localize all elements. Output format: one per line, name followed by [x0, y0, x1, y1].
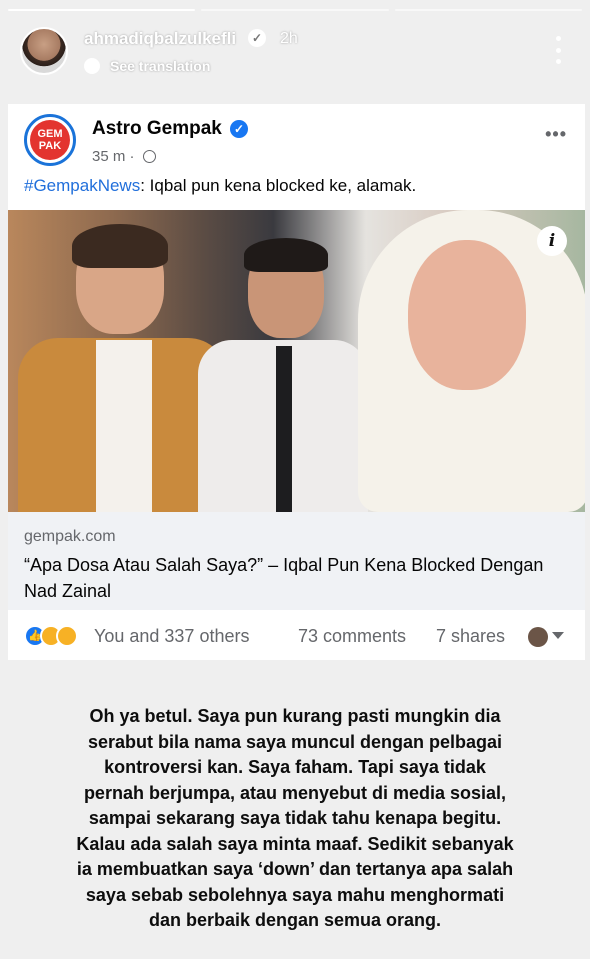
story-header: ahmadiqbalzulkefli ✓ 2h See translation	[20, 22, 570, 82]
reaction-icons[interactable]: 👍	[24, 625, 88, 647]
caption-line: ia membuatkan saya ‘down’ dan tertanya a…	[76, 859, 514, 879]
globe-icon	[142, 150, 156, 163]
progress-segment	[8, 9, 196, 11]
story-viewer: ahmadiqbalzulkefli ✓ 2h See translation …	[0, 0, 590, 959]
care-reaction-icon	[56, 625, 78, 647]
gempak-logo-text: GEM PAK	[30, 120, 70, 160]
post-text: #GempakNews: Iqbal pun kena blocked ke, …	[24, 176, 416, 196]
progress-segment	[394, 9, 582, 11]
caption-line: pernah berjumpa, atau menyebut di media …	[83, 782, 507, 803]
more-icon[interactable]	[556, 36, 562, 64]
see-translation-link[interactable]: See translation	[110, 58, 210, 74]
caret-down-icon[interactable]	[552, 632, 564, 639]
reactions-bar: 👍 You and 337 others 73 comments 7 share…	[8, 610, 585, 660]
caption-line: Oh ya betul. Saya pun kurang pasti mungk…	[89, 706, 501, 726]
more-icon[interactable]: •••	[545, 124, 567, 145]
caption-line: dan berbaik dengan semua orang.	[148, 910, 442, 930]
shares-count[interactable]: 7 shares	[436, 626, 505, 647]
link-title: “Apa Dosa Atau Salah Saya?” – Iqbal Pun …	[24, 555, 544, 601]
verified-icon: ✓	[230, 120, 248, 138]
comments-count[interactable]: 73 comments	[298, 626, 406, 647]
caption-line: serabut bila nama saya muncul dengan pel…	[87, 731, 503, 752]
username[interactable]: ahmadiqbalzulkefli	[84, 29, 236, 49]
info-icon[interactable]: i	[537, 226, 567, 256]
hashtag-link[interactable]: #GempakNews	[24, 176, 140, 195]
person-image	[198, 238, 368, 512]
post-image[interactable]: i	[8, 210, 585, 512]
story-caption: Oh ya betul. Saya pun kurang pasti mungk…	[0, 704, 590, 934]
story-progress	[8, 9, 582, 11]
post-meta: 35 m ·	[92, 148, 156, 165]
progress-segment	[201, 9, 389, 11]
caption-line: sampai sekarang saya tidak tahu kenapa b…	[88, 808, 502, 828]
link-domain: gempak.com	[24, 528, 116, 545]
translate-icon	[84, 58, 100, 74]
avatar[interactable]	[528, 627, 548, 647]
caption-line: saya sebab sebolehnya saya mahu menghorm…	[85, 884, 505, 905]
link-preview[interactable]: gempak.com “Apa Dosa Atau Salah Saya?” –…	[8, 512, 585, 610]
reactions-count[interactable]: You and 337 others	[94, 626, 249, 647]
person-image	[18, 224, 228, 512]
page-name[interactable]: Astro Gempak	[92, 118, 222, 140]
caption-line: kontroversi kan. Saya faham. Tapi saya t…	[104, 757, 486, 777]
shared-post-card: GEM PAK Astro Gempak ✓ 35 m · ••• #Gempak…	[8, 104, 585, 660]
post-timestamp: 35 m ·	[92, 148, 135, 165]
post-text-body: : Iqbal pun kena blocked ke, alamak.	[140, 176, 417, 195]
story-time: 2h	[280, 30, 298, 47]
page-logo: GEM PAK	[24, 114, 76, 166]
caption-line: Kalau ada salah saya minta maaf. Sedikit…	[76, 833, 514, 854]
verified-icon: ✓	[248, 29, 266, 47]
avatar[interactable]	[20, 27, 68, 75]
